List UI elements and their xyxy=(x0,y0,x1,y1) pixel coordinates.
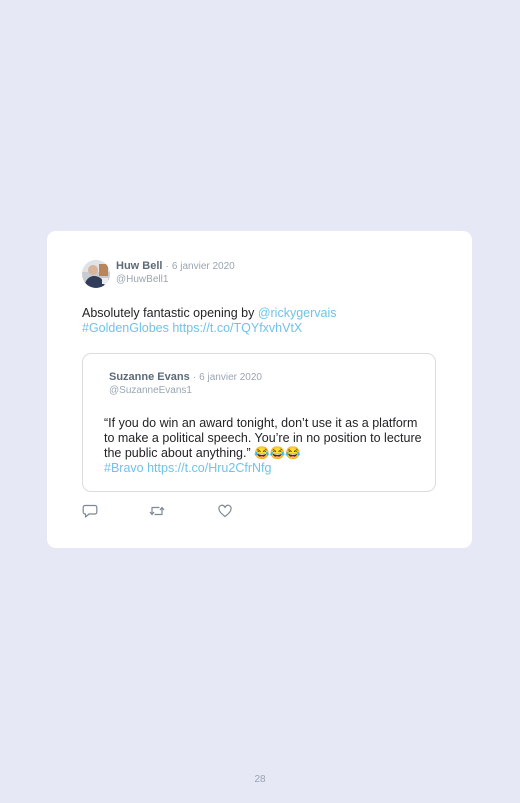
quoted-hashtag-link[interactable]: #Bravo xyxy=(104,461,144,475)
tweet-card: Huw Bell · 6 janvier 2020 @HuwBell1 Abso… xyxy=(47,231,472,548)
tweet-date[interactable]: 6 janvier 2020 xyxy=(172,261,235,272)
page-number: 28 xyxy=(254,774,266,785)
author-handle[interactable]: @HuwBell1 xyxy=(116,274,168,286)
quoted-author-line: Suzanne Evans · 6 janvier 2020 xyxy=(109,371,262,384)
quoted-date[interactable]: 6 janvier 2020 xyxy=(199,372,262,383)
quoted-separator: · xyxy=(192,372,197,383)
heart-icon[interactable] xyxy=(217,503,233,519)
mention-link[interactable]: @rickygervais xyxy=(258,306,337,320)
author-name[interactable]: Huw Bell xyxy=(116,260,162,272)
tweet-text: Absolutely fantastic opening by @rickyge… xyxy=(82,306,412,336)
separator: · xyxy=(165,261,169,272)
retweet-icon[interactable] xyxy=(149,503,165,519)
reply-icon[interactable] xyxy=(82,503,98,519)
tweet-author-line: Huw Bell · 6 janvier 2020 xyxy=(116,260,235,273)
quoted-text-body: “If you do win an award tonight, don’t u… xyxy=(104,416,422,460)
tweet-text-body: Absolutely fantastic opening by xyxy=(82,306,258,320)
hashtag-link[interactable]: #GoldenGlobes xyxy=(82,321,169,335)
quoted-url-link[interactable]: https://t.co/Hru2CfrNfg xyxy=(147,461,271,475)
quoted-author-name[interactable]: Suzanne Evans xyxy=(109,371,190,383)
avatar[interactable] xyxy=(82,260,110,288)
url-link[interactable]: https://t.co/TQYfxvhVtX xyxy=(172,321,302,335)
quoted-tweet[interactable]: Suzanne Evans · 6 janvier 2020 @SuzanneE… xyxy=(82,353,436,492)
quoted-text: “If you do win an award tonight, don’t u… xyxy=(104,416,422,476)
quoted-handle[interactable]: @SuzanneEvans1 xyxy=(109,385,192,397)
